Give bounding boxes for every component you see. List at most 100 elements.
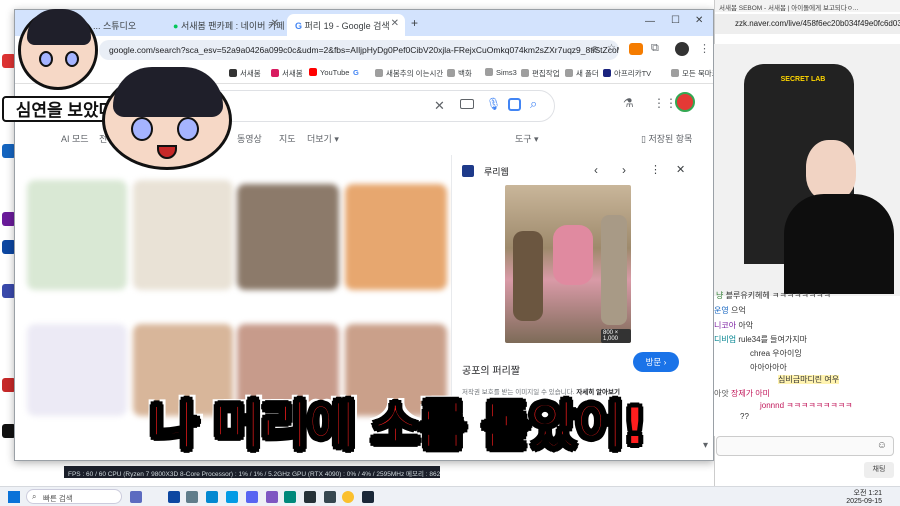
figure-shape [513,231,543,321]
chrome-icon[interactable] [342,491,354,503]
mic-icon[interactable]: 🎙 [486,97,501,111]
windows-start-icon[interactable] [8,491,20,503]
bookmark-item[interactable]: YouTube [309,68,349,77]
bookmark-item[interactable]: 서새봄 [229,68,261,79]
taskbar-app-icon[interactable] [284,491,296,503]
face-shape [806,140,856,200]
prev-icon[interactable]: ‹ [594,163,598,177]
body-shape [784,194,894,294]
bookmark-item[interactable]: 서새봄 [271,68,303,79]
tab-videos[interactable]: 동영상 [237,132,262,145]
steam-icon[interactable] [362,491,374,503]
close-window-button[interactable]: ✕ [695,15,703,26]
lens-icon[interactable] [508,98,521,111]
maximize-button[interactable]: ☐ [671,15,680,26]
tab-studio[interactable]: ... 스튜디오 [85,14,163,36]
chat-message: jonnnd ㅋㅋㅋㅋㅋㅋㅋㅋㅋ [760,400,853,411]
image-result[interactable] [345,184,447,290]
labs-icon[interactable]: ⚗ [623,96,634,110]
menu-icon[interactable]: ⋮ [699,42,710,55]
next-icon[interactable]: › [622,163,626,177]
clear-icon[interactable]: ✕ [434,98,445,114]
tab-cafe[interactable]: ● 서새봄 팬카페 : 네이버 카페 ✕ [165,14,285,36]
taskbar-app-icon[interactable] [186,491,198,503]
youtube-icon [309,68,317,76]
image-result[interactable] [27,180,127,290]
bookmark-label: 새봄추의 이는시간 [386,69,444,78]
close-icon[interactable]: ✕ [676,163,685,176]
bookmark-item[interactable]: 편집작업 [521,68,560,79]
clock-date: 2025-09-15 [846,498,882,505]
chat-user: 디비업 [714,335,737,344]
bookmarks-bar: 서새봄 서새봄 YouTube G 새봄추의 이는시간 백화 Sims3 편집작… [15,64,713,84]
video-caption: 나 머리에 소름 돋았어! [149,396,648,458]
visit-button[interactable]: 방문 › [633,352,679,372]
bookmark-item[interactable]: 백화 [447,68,472,79]
new-tab-button[interactable]: + [411,16,418,30]
tab-label: 서새봄 팬카페 : 네이버 카페 [180,21,285,31]
clock[interactable]: 오전 1:21 2025-09-15 [840,488,882,505]
chat-message: 아아아아아 [750,362,787,373]
extension-icon[interactable] [629,43,643,55]
chat-text: rule34를 들여가지마 [738,335,807,344]
keyboard-icon[interactable] [460,99,474,109]
account-avatar[interactable] [675,92,695,112]
all-bookmarks[interactable]: 모든 북마크 [671,68,713,79]
taskbar: ⌕ 빠른 검색 오전 1:21 2025-09-15 [0,486,900,506]
image-title[interactable]: 공포의 퍼리짤 [462,362,520,377]
obs-icon[interactable] [324,491,336,503]
folder-icon [565,69,573,77]
bookmark-label: 새 폴더 [576,69,599,78]
tab-google[interactable]: G 퍼리 19 - Google 검색 ✕ [287,14,405,36]
image-result[interactable] [133,180,233,290]
search-icon: ⌕ [32,492,37,501]
bookmark-item[interactable]: 새봄추의 이는시간 [375,68,443,79]
tab-maps[interactable]: 지도 [279,132,296,145]
hair-shape [113,67,223,117]
eye-shape [131,117,153,141]
cafe-icon: ● [173,21,181,31]
search-icon[interactable]: ⌕ [530,96,537,112]
taskbar-app-icon[interactable] [304,491,316,503]
edge-icon[interactable] [226,491,238,503]
bookmark-item[interactable]: G [353,68,359,77]
photoshop-icon[interactable] [168,491,180,503]
saved-items-button[interactable]: ▯ 저장된 항목 [641,132,692,145]
close-icon[interactable]: ✕ [271,18,279,29]
avatar[interactable] [675,42,689,56]
stream-url[interactable]: zzk.naver.com/live/458f6ec20b034f49e0fc6… [715,14,900,34]
taskbar-app-icon[interactable] [266,491,278,503]
emoji-icon[interactable]: ☺ [877,440,887,451]
preview-image[interactable]: 800 × 1,000 [505,185,631,343]
taskbar-app-icon[interactable] [130,491,142,503]
chat-text: 심비금마디린 여우 [778,375,840,384]
chat-message: 심비금마디린 여우 [778,374,840,385]
chat-text: 블루유키헤헤 ㅋㅋㅋㅋㅋㅋㅋㅋ [725,291,831,300]
minimize-button[interactable]: — [645,16,655,27]
address-bar[interactable]: google.com/search?sca_esv=52a9a0426a099c… [99,40,619,60]
chat-send-button[interactable]: 채팅 [864,462,894,478]
tab-strip: ... 스튜디오 ● 서새봄 팬카페 : 네이버 카페 ✕ G 퍼리 19 - G… [15,10,713,36]
tab-ai-mode[interactable]: AI 모드 [61,132,89,145]
puzzle-icon[interactable]: ⧉ [651,42,659,55]
taskbar-app-icon[interactable] [206,491,218,503]
chat-user: 니코아 [714,321,737,330]
tab-more[interactable]: 더보기 ▾ [307,132,339,145]
source-name[interactable]: 루리웹 [484,165,509,178]
zoom-icon[interactable]: ⊕ [591,44,599,55]
star-icon[interactable]: ☆ [607,43,616,54]
character-sticker [18,9,98,90]
bookmark-item[interactable]: 새 폴더 [565,68,599,79]
discord-icon[interactable] [246,491,258,503]
chat-message: chrea 우아이잉 [750,348,802,359]
image-result[interactable] [237,184,339,290]
taskbar-search[interactable]: ⌕ 빠른 검색 [26,489,122,504]
bookmark-item[interactable]: Sims3 [485,68,517,77]
tab-label: ... 스튜디오 [93,21,137,31]
tools-button[interactable]: 도구 ▾ [515,132,539,145]
apps-icon[interactable]: ⋮⋮ [653,96,677,110]
bookmark-item[interactable]: 아프리카TV [603,68,651,79]
close-icon[interactable]: ✕ [391,18,399,29]
more-icon[interactable]: ⋮ [650,163,661,176]
image-result[interactable] [27,324,127,416]
